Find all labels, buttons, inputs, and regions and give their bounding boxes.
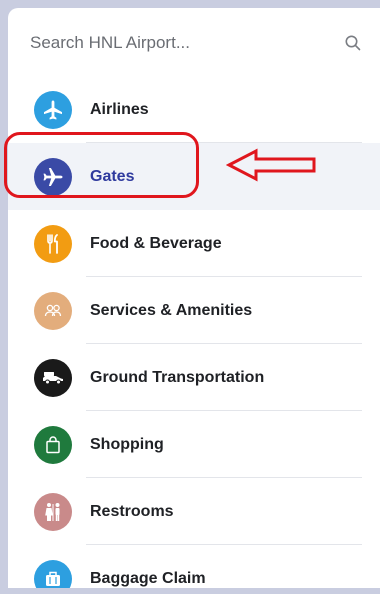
menu-item-label: Airlines bbox=[90, 100, 149, 118]
menu-item-food-beverage[interactable]: Food & Beverage bbox=[8, 210, 380, 277]
menu-item-label: Shopping bbox=[90, 435, 164, 453]
search-bar bbox=[8, 8, 380, 80]
airplane-icon bbox=[34, 90, 72, 129]
menu-item-shopping[interactable]: Shopping bbox=[8, 411, 380, 478]
car-icon bbox=[34, 358, 72, 397]
menu-item-label: Food & Beverage bbox=[90, 234, 222, 252]
menu-item-label: Baggage Claim bbox=[90, 569, 206, 587]
menu-item-airlines[interactable]: Airlines bbox=[8, 76, 380, 143]
menu-item-baggage-claim[interactable]: Baggage Claim bbox=[8, 545, 380, 588]
fork-knife-icon bbox=[34, 224, 72, 263]
menu-item-services-amenities[interactable]: Services & Amenities bbox=[8, 277, 380, 344]
shopping-bag-icon bbox=[34, 425, 72, 464]
menu-item-label: Gates bbox=[90, 167, 135, 185]
search-icon[interactable] bbox=[344, 34, 362, 52]
menu-item-restrooms[interactable]: Restrooms bbox=[8, 478, 380, 545]
menu-item-ground-transportation[interactable]: Ground Transportation bbox=[8, 344, 380, 411]
search-input[interactable] bbox=[30, 28, 330, 58]
menu-item-label: Services & Amenities bbox=[90, 301, 253, 319]
airplane-icon bbox=[34, 157, 72, 196]
luggage-icon bbox=[34, 559, 72, 588]
people-icon bbox=[34, 291, 72, 330]
navigation-panel: Airlines Gates Food & Beverage bbox=[8, 8, 380, 588]
menu-item-label: Restrooms bbox=[90, 502, 174, 520]
restroom-icon bbox=[34, 492, 72, 531]
menu-item-label: Ground Transportation bbox=[90, 368, 265, 386]
category-list: Airlines Gates Food & Beverage Services … bbox=[8, 76, 380, 588]
menu-item-gates[interactable]: Gates bbox=[8, 143, 380, 210]
